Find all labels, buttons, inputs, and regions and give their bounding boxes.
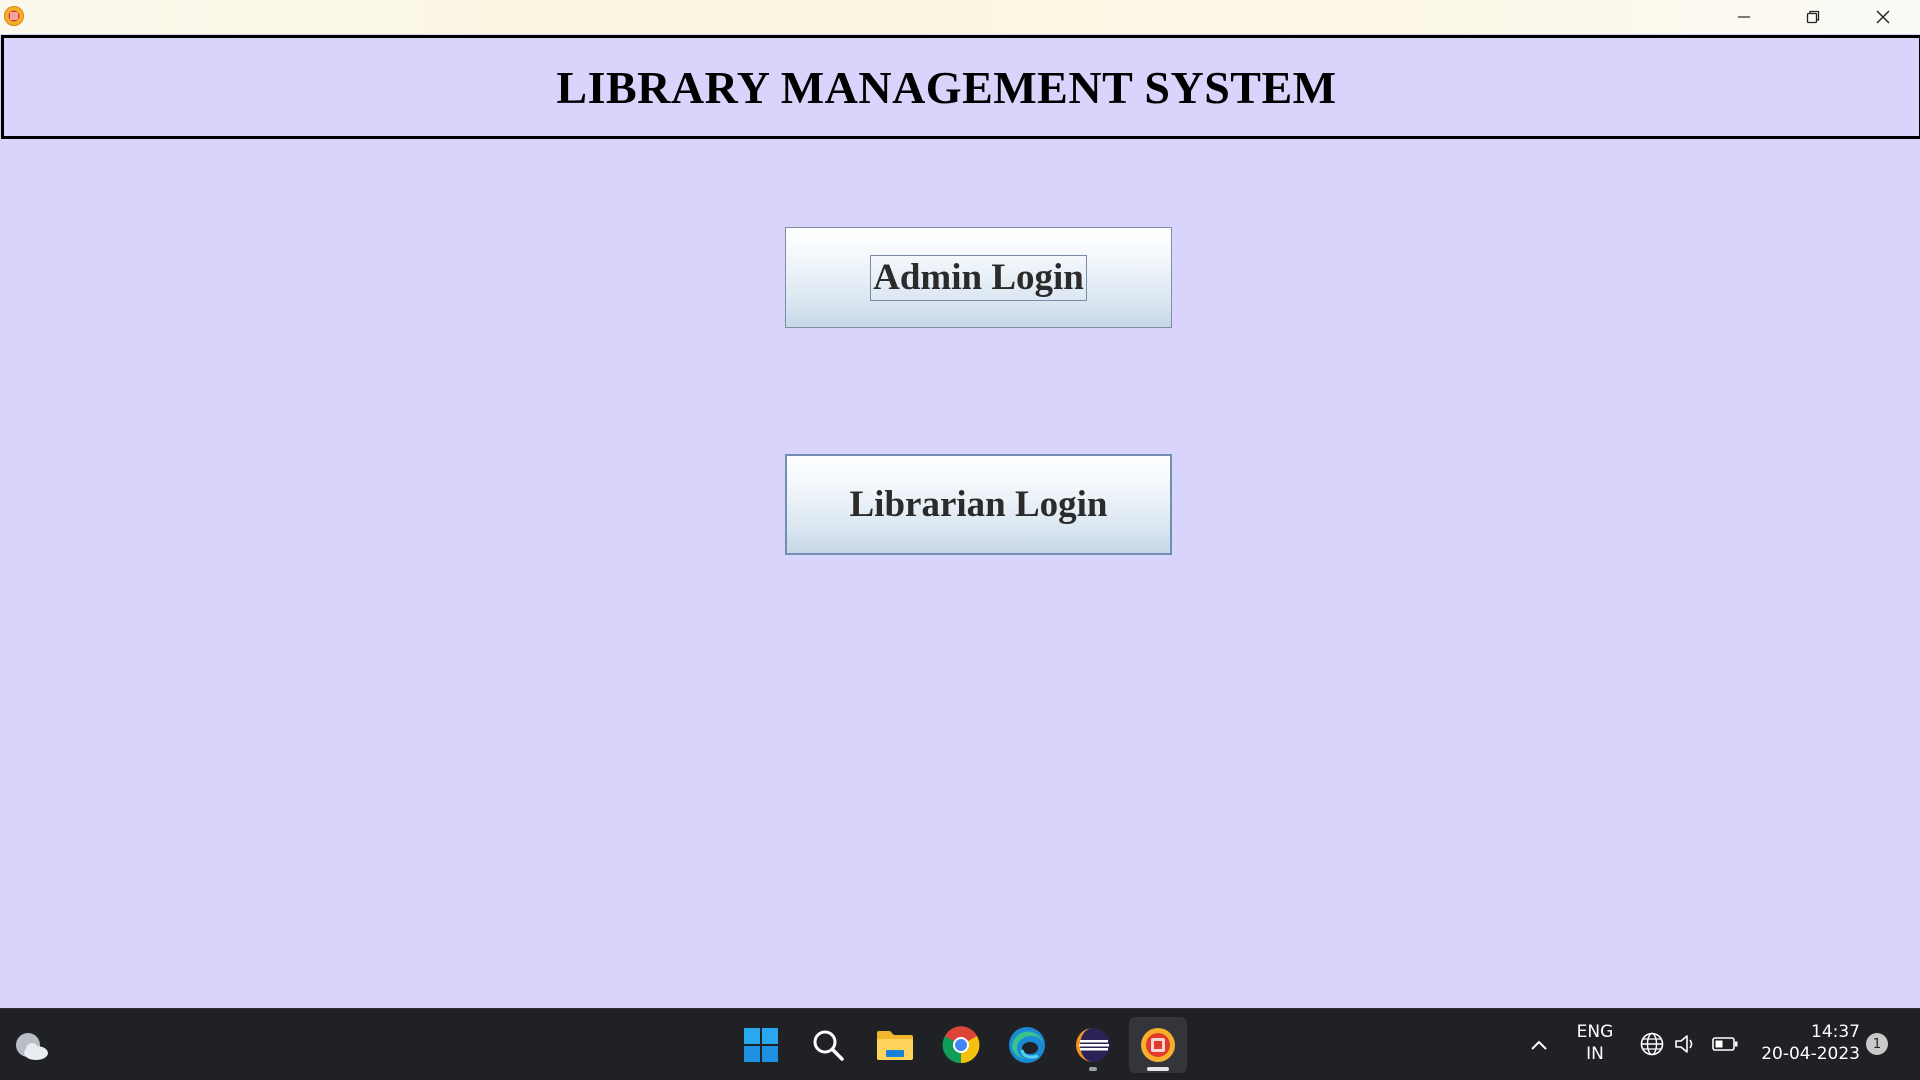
eclipse-button[interactable] [1064,1017,1122,1073]
edge-button[interactable] [998,1017,1056,1073]
show-hidden-icons-button[interactable] [1525,1031,1553,1059]
globe-icon [1640,1032,1664,1056]
clock-date: 20-04-2023 [1761,1044,1860,1064]
window-title-bar [0,0,1920,34]
page-title: LIBRARY MANAGEMENT SYSTEM [556,61,1337,113]
language-indicator[interactable]: ENG IN [1570,1021,1620,1065]
close-button[interactable] [1848,0,1918,34]
restore-button[interactable] [1778,0,1848,34]
notification-badge[interactable]: 1 [1866,1033,1888,1055]
volume-control[interactable] [1672,1030,1700,1058]
battery-status[interactable] [1711,1030,1739,1058]
chrome-icon [942,1026,980,1064]
active-indicator [1147,1067,1169,1071]
weather-cloud-icon [16,1033,48,1060]
chevron-up-icon [1531,1040,1547,1050]
close-icon [1876,10,1890,24]
speaker-icon [1675,1035,1693,1053]
header-panel: LIBRARY MANAGEMENT SYSTEM [1,35,1920,139]
minimize-button[interactable] [1709,0,1779,34]
librarian-login-button[interactable]: Librarian Login [785,454,1172,555]
network-status[interactable] [1638,1030,1666,1058]
start-button[interactable] [732,1017,790,1073]
admin-login-label: Admin Login [870,254,1087,301]
language-code: ENG [1576,1022,1614,1042]
folder-icon [877,1031,913,1060]
library-app-icon [4,6,24,26]
taskbar-search-button[interactable] [799,1017,857,1073]
file-explorer-button[interactable] [866,1017,924,1073]
windows-start-icon [744,1028,778,1062]
library-app-icon [1141,1028,1175,1062]
taskbar [0,1008,1920,1080]
search-icon [813,1030,844,1061]
admin-login-button[interactable]: Admin Login [785,227,1172,328]
running-indicator [1089,1067,1097,1071]
librarian-login-label: Librarian Login [849,484,1108,525]
library-app-button[interactable] [1129,1017,1187,1073]
restore-icon [1806,10,1820,24]
eclipse-icon [1076,1028,1110,1062]
battery-icon [1712,1037,1738,1051]
clock[interactable]: 14:37 20-04-2023 [1752,1021,1860,1065]
weather-widget[interactable] [12,1029,52,1065]
edge-icon [1009,1027,1045,1063]
region-code: IN [1586,1044,1604,1064]
chrome-button[interactable] [932,1017,990,1073]
clock-time: 14:37 [1811,1022,1860,1042]
minimize-icon [1738,16,1750,18]
